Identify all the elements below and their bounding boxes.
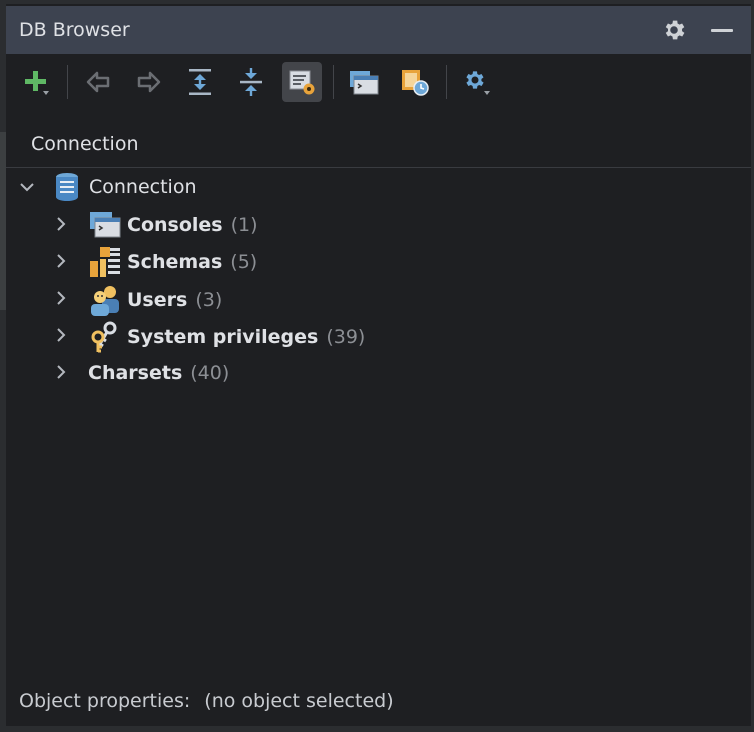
tree-node-label: Users [127, 289, 188, 311]
tree-node-label: Consoles [127, 214, 223, 236]
db-browser-panel: DB Browser Connection Connection Console… [0, 0, 754, 732]
navigate-back-button[interactable] [78, 62, 118, 102]
properties-icon [289, 70, 315, 95]
bottom-edge [0, 726, 754, 732]
database-icon [50, 170, 84, 204]
minimize-icon[interactable] [711, 28, 733, 32]
toolbar-separator [446, 65, 447, 99]
arrow-left-icon [86, 71, 110, 93]
session-history-button[interactable] [395, 62, 435, 102]
status-label: Object properties: [19, 690, 191, 712]
console-icon [350, 71, 379, 95]
tree-node-count: (40) [190, 362, 230, 384]
users-icon [88, 283, 122, 317]
keys-icon [88, 320, 122, 354]
tree-node-system-privileges[interactable]: System privileges (39) [88, 320, 365, 354]
tree-node-count: (5) [230, 251, 258, 273]
tree-node-users[interactable]: Users (3) [88, 283, 222, 317]
schema-icon [88, 245, 122, 279]
add-icon [25, 71, 49, 95]
toolbar-separator [67, 65, 68, 99]
tree-node-label: Charsets [88, 362, 183, 384]
tree-node-label: Connection [89, 176, 197, 198]
navigate-forward-button[interactable] [129, 62, 169, 102]
chevron-down-icon[interactable] [18, 178, 36, 196]
expand-all-icon [189, 69, 211, 95]
status-value: (no object selected) [204, 690, 394, 712]
tree-node-charsets[interactable]: Charsets (40) [88, 356, 229, 390]
chevron-right-icon[interactable] [52, 215, 70, 233]
panel-titlebar: DB Browser [6, 6, 751, 54]
toolbar-separator [333, 65, 334, 99]
chevron-right-icon[interactable] [52, 326, 70, 344]
open-sql-console-button[interactable] [344, 62, 384, 102]
connection-tab-header[interactable]: Connection [6, 122, 751, 168]
expand-all-button[interactable] [180, 62, 220, 102]
object-properties-status: Object properties: (no object selected) [19, 690, 394, 712]
object-properties-toggle[interactable] [282, 62, 322, 102]
panel-title: DB Browser [19, 19, 130, 41]
left-edge [0, 4, 6, 732]
tree-node-consoles[interactable]: Consoles (1) [88, 208, 258, 242]
tab-connection: Connection [31, 133, 139, 155]
collapse-all-button[interactable] [231, 62, 271, 102]
tree-node-label: Schemas [127, 251, 223, 273]
collapse-all-icon [240, 68, 262, 96]
chevron-right-icon[interactable] [52, 289, 70, 307]
console-icon [88, 208, 122, 242]
tree-node-connection[interactable]: Connection [50, 170, 197, 204]
toolbar [6, 56, 751, 108]
titlebar-actions [661, 17, 751, 43]
chevron-right-icon[interactable] [52, 252, 70, 270]
tree-node-count: (39) [326, 326, 366, 348]
arrow-right-icon [137, 71, 161, 93]
tree-node-schemas[interactable]: Schemas (5) [88, 245, 257, 279]
tree-node-count: (3) [195, 289, 223, 311]
settings-dropdown-button[interactable] [457, 62, 497, 102]
add-connection-button[interactable] [16, 62, 56, 102]
settings-icon [466, 71, 490, 95]
history-icon [402, 70, 429, 96]
chevron-right-icon[interactable] [52, 363, 70, 381]
gear-icon[interactable] [661, 17, 687, 43]
tree-node-label: System privileges [127, 326, 319, 348]
tree-node-count: (1) [230, 214, 258, 236]
